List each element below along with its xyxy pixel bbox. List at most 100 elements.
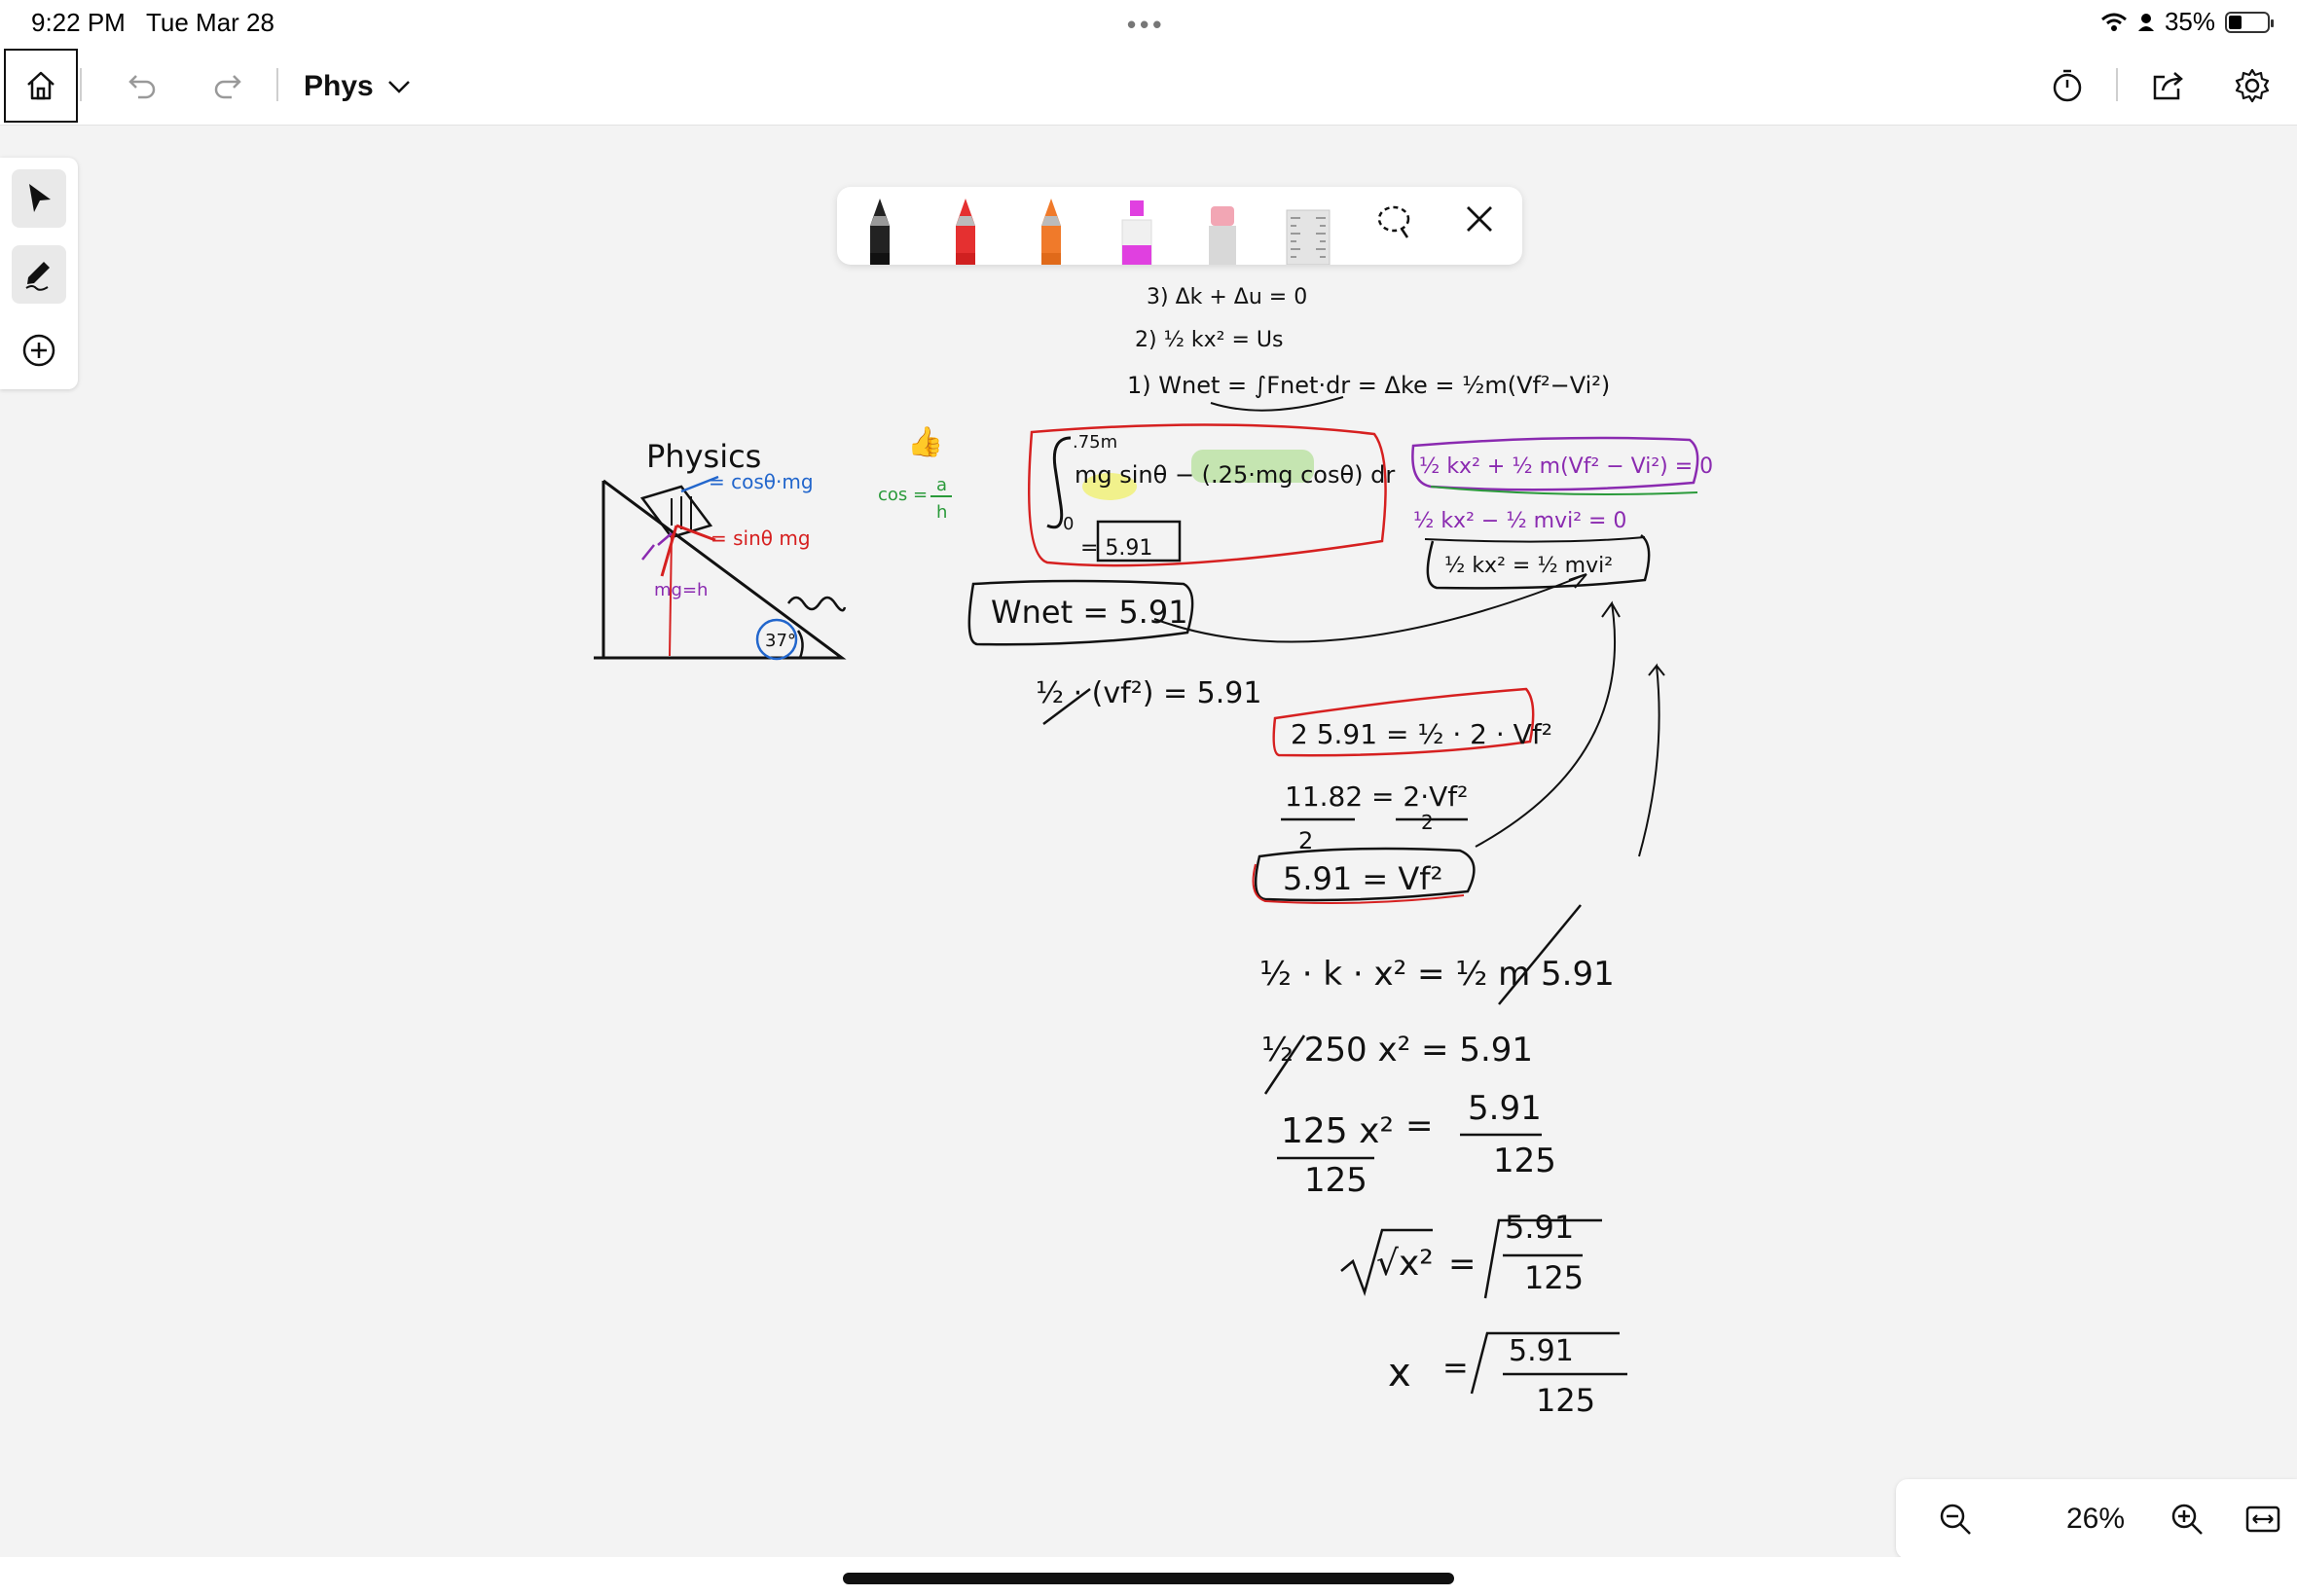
zoom-in-button[interactable]	[2167, 1499, 2207, 1540]
zoom-out-button[interactable]	[1935, 1499, 1976, 1540]
incline-diagram	[594, 475, 847, 661]
ink-eq7-r-den: 125	[1524, 1259, 1584, 1296]
tool-rail	[0, 158, 78, 389]
ink-half-vf: ½ · (vf²) = 5.91	[1036, 676, 1261, 710]
fit-width-icon	[2245, 1505, 2280, 1533]
timer-button[interactable]	[2048, 66, 2087, 105]
pink-highlighter[interactable]	[1108, 197, 1166, 265]
ink-integral-upper: .75m	[1073, 432, 1117, 453]
ink-integral-lower: 0	[1063, 514, 1074, 534]
ink-eq2-den-r: 2	[1421, 811, 1434, 834]
notebook-title: Phys	[304, 70, 374, 102]
home-icon	[27, 71, 55, 100]
ink-eq1: 2 5.91 = ½ · 2 · Vf²	[1291, 718, 1552, 750]
ink-eq6-r-den: 125	[1493, 1142, 1556, 1180]
status-date: Tue Mar 28	[146, 8, 274, 37]
status-time: 9:22 PM	[31, 8, 126, 37]
zoom-control: 26%	[1896, 1479, 2297, 1559]
toolbar-divider	[276, 68, 278, 101]
red-pen[interactable]	[936, 197, 995, 265]
ink-step1: 1) Wnet = ∫Fnet·dr = Δke = ½m(Vf²−Vi²)	[1127, 372, 1610, 399]
toolbar-divider	[80, 68, 82, 101]
ink-eq6-l-num: 125 x²	[1281, 1111, 1394, 1151]
battery-icon	[2225, 11, 2274, 33]
ink-energy2: ½ kx² − ½ mvi² = 0	[1413, 509, 1626, 533]
ink-eq2-den-l: 2	[1298, 827, 1313, 854]
toolbar-divider	[2116, 68, 2118, 101]
close-icon	[1467, 206, 1492, 232]
ink-eq8-r-num: 5.91	[1509, 1334, 1574, 1368]
ink-eq6-r-num: 5.91	[1468, 1089, 1542, 1128]
pen-palette	[837, 187, 1522, 265]
status-bar: 9:22 PM Tue Mar 28 ••• 35%	[0, 0, 2297, 45]
pen-icon	[870, 199, 890, 265]
multitasking-dots-icon[interactable]: •••	[1127, 10, 1165, 40]
ink-eq4: ½ · k · x² = ½ m 5.91	[1259, 955, 1615, 994]
notebook-switcher[interactable]: Phys	[304, 70, 411, 103]
ink-eq8-l: x	[1388, 1351, 1411, 1396]
share-button[interactable]	[2149, 66, 2188, 105]
pen-draw-icon	[25, 262, 50, 291]
zoom-level[interactable]: 26%	[2023, 1503, 2169, 1536]
timer-icon	[2053, 69, 2082, 102]
ink-eq7-eq: =	[1448, 1245, 1477, 1284]
ink-cos-num: a	[936, 475, 947, 495]
select-arrow-icon	[29, 184, 51, 212]
undo-icon	[128, 75, 156, 99]
orange-pen[interactable]	[1022, 197, 1080, 265]
ink-cos-den: h	[936, 502, 947, 523]
redo-icon	[214, 75, 241, 99]
settings-button[interactable]	[2233, 66, 2272, 105]
eraser-icon	[1209, 206, 1236, 265]
ink-wnet: Wnet = 5.91	[991, 594, 1188, 631]
top-toolbar: Phys	[0, 45, 2297, 126]
ink-weight: mg=h	[654, 580, 708, 600]
ruler[interactable]	[1279, 197, 1337, 265]
ink-eq5: ½ 250 x² = 5.91	[1261, 1031, 1533, 1070]
ink-eq8-eq: =	[1442, 1349, 1469, 1386]
lasso-button[interactable]	[1365, 202, 1423, 265]
battery-percent: 35%	[2164, 7, 2215, 36]
ink-force-sin: = sinθ mg	[711, 526, 811, 550]
fit-width-button[interactable]	[2242, 1499, 2283, 1540]
pen-icon	[956, 199, 975, 265]
ink-eq8-r-den: 125	[1536, 1382, 1595, 1419]
ink-step2: 2) ½ kx² = Us	[1135, 328, 1283, 352]
ink-eq2: 11.82 = 2·Vf²	[1285, 780, 1468, 813]
add-button[interactable]	[12, 321, 66, 380]
ink-eq6-l-den: 125	[1304, 1161, 1367, 1200]
undo-button[interactable]	[123, 66, 162, 105]
status-right: 35%	[2100, 7, 2274, 37]
ink-eq7-l: √x²	[1376, 1244, 1434, 1284]
wifi-icon	[2100, 13, 2127, 31]
home-button[interactable]	[4, 49, 78, 123]
ink-energy1: ½ kx² + ½ m(Vf² − Vi²) = 0	[1419, 454, 1713, 479]
ink-cos-def: cos =	[878, 485, 928, 505]
eraser[interactable]	[1193, 197, 1252, 265]
pen-tool-button[interactable]	[12, 245, 66, 304]
settings-icon	[2235, 68, 2270, 103]
highlighter-icon	[1121, 200, 1152, 265]
zoom-out-icon	[1940, 1504, 1971, 1535]
lasso-icon	[1377, 205, 1410, 238]
ink-eq6-eq: =	[1405, 1106, 1434, 1145]
close-palette-button[interactable]	[1450, 202, 1509, 265]
ink-physics-title: Physics	[646, 438, 761, 475]
ruler-icon	[1286, 209, 1331, 265]
pen-icon	[1041, 199, 1061, 265]
zoom-in-icon	[2171, 1504, 2203, 1535]
ink-energy3: ½ kx² = ½ mvi²	[1444, 554, 1613, 578]
select-tool-button[interactable]	[12, 169, 66, 228]
redo-button[interactable]	[208, 66, 247, 105]
chevron-down-icon	[387, 81, 410, 93]
ink-integral-result: = 5.91	[1080, 536, 1152, 561]
ink-step3: 3) Δk + Δu = 0	[1147, 285, 1307, 309]
ink-integrand: mg sinθ − (.25·mg cosθ) dr	[1075, 461, 1395, 489]
battery-level	[2229, 15, 2242, 29]
ink-angle: 37°	[765, 631, 796, 651]
person-icon	[2137, 13, 2154, 31]
black-pen[interactable]	[851, 197, 909, 265]
ink-force-cos: = cosθ·mg	[709, 470, 814, 493]
home-indicator[interactable]	[843, 1573, 1454, 1584]
add-icon	[22, 334, 55, 367]
